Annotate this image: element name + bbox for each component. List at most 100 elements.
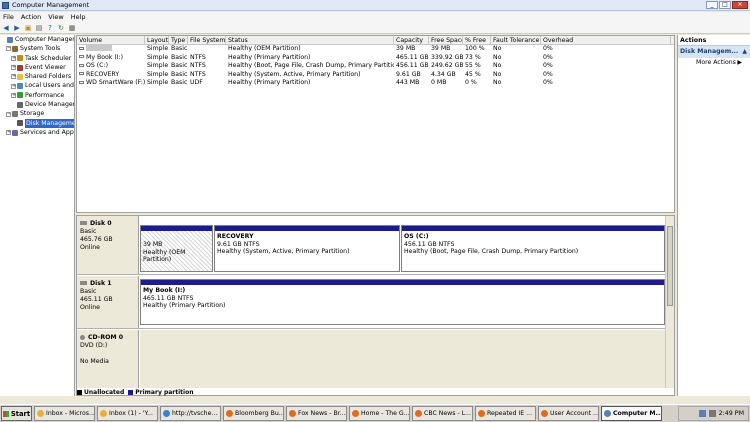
volume-icon — [79, 63, 84, 67]
tree-item[interactable]: Computer Managem — [0, 35, 74, 44]
expand-icon[interactable]: + — [11, 74, 16, 80]
column-percent-free[interactable]: % Free — [463, 36, 491, 44]
actions-title: Actions — [678, 35, 750, 46]
expand-icon[interactable]: + — [6, 130, 11, 136]
taskbar-button-label: Inbox - Micros... — [46, 410, 95, 417]
cdrom-0-label[interactable]: CD-ROM 0 DVD (D:) No Media — [77, 330, 139, 388]
disk-1-label[interactable]: Disk 1 Basic 465.11 GB Online — [77, 276, 139, 328]
cdrom-0-row[interactable]: CD-ROM 0 DVD (D:) No Media — [77, 330, 667, 388]
table-cell — [188, 45, 226, 54]
tree-item[interactable]: + Task Scheduler — [0, 54, 74, 63]
tree-item[interactable]: + Event Viewer — [0, 63, 74, 72]
table-cell: Healthy (Primary Partition) — [228, 79, 311, 86]
taskbar-button[interactable]: CBC News - L... — [412, 406, 473, 421]
column-free-space[interactable]: Free Space — [429, 36, 463, 44]
tree-item[interactable]: + Local Users and G — [0, 81, 74, 90]
graph-scrollbar[interactable] — [665, 216, 674, 388]
column-capacity[interactable]: Capacity — [394, 36, 429, 44]
volume-icon[interactable] — [708, 410, 716, 417]
column-fault-tolerance[interactable]: Fault Tolerance — [491, 36, 541, 44]
menu-help[interactable]: Help — [71, 13, 86, 21]
column-type[interactable]: Type — [169, 36, 188, 44]
back-icon[interactable]: ◀ — [2, 24, 10, 32]
disk-0-label[interactable]: Disk 0 Basic 465.76 GB Online — [77, 216, 139, 274]
actions-section-disk-management[interactable]: Disk Managem... ▲ — [678, 46, 750, 58]
tree-item[interactable]: − Storage — [0, 109, 74, 118]
properties-icon[interactable]: ▤ — [35, 24, 43, 32]
app-icon — [541, 410, 548, 417]
volume-name: My Book (I:) — [86, 53, 124, 61]
tree-item[interactable]: + Shared Folders — [0, 72, 74, 81]
up-icon[interactable]: ▣ — [24, 24, 32, 32]
scrollbar-thumb[interactable] — [667, 226, 673, 306]
minimize-button[interactable]: _ — [706, 1, 718, 9]
tree-item-label: Task Scheduler — [25, 54, 72, 62]
taskbar-button[interactable]: User Account ... — [538, 406, 599, 421]
taskbar-button-label: Repeated IE ... — [487, 410, 533, 417]
taskbar-button-label: User Account ... — [550, 410, 599, 417]
taskbar-button[interactable]: Inbox (1) - 'Y... — [97, 406, 158, 421]
tree-item-label: Shared Folders — [25, 73, 72, 81]
column-volume[interactable]: Volume — [77, 36, 145, 44]
partition-size: 39 MB — [143, 241, 163, 248]
partition-status: Healthy (OEM Partition) — [143, 248, 186, 264]
forward-icon[interactable]: ▶ — [13, 24, 21, 32]
more-actions[interactable]: More Actions ▶ — [678, 58, 750, 68]
folder-icon — [17, 73, 23, 80]
help-icon[interactable]: ? — [46, 24, 54, 32]
table-row[interactable]: RECOVERY Simple Basic NTFS Healthy (System, … — [77, 71, 674, 80]
maximize-button[interactable]: □ — [719, 1, 731, 9]
disk-0-row[interactable]: Disk 0 Basic 465.76 GB Online 39 MB Heal… — [77, 216, 667, 275]
taskbar-button[interactable]: Repeated IE ... — [475, 406, 536, 421]
tree-item[interactable]: Device Manager — [0, 100, 74, 109]
table-row[interactable]: OS (C:) Simple Basic NTFS Healthy (Boot, Pag… — [77, 62, 674, 71]
clock-icon — [17, 55, 23, 62]
menu-file[interactable]: File — [3, 13, 14, 21]
refresh-icon[interactable]: ↻ — [57, 24, 65, 32]
taskbar-button[interactable]: Fox News - Br... — [286, 406, 347, 421]
cdrom-type: DVD (D:) — [80, 342, 108, 349]
collapse-icon[interactable]: − — [6, 46, 11, 52]
table-cell: 0% — [543, 53, 553, 61]
collapse-icon[interactable]: − — [6, 111, 11, 117]
partition-recovery[interactable]: RECOVERY 9.61 GB NTFS Healthy (System, A… — [214, 225, 400, 272]
taskbar-button-label: Inbox (1) - 'Y... — [109, 410, 153, 417]
expand-icon[interactable]: + — [11, 55, 16, 61]
column-file-system[interactable]: File System — [188, 36, 226, 44]
menu-view[interactable]: View — [48, 13, 63, 21]
expand-icon[interactable]: + — [11, 92, 16, 98]
disk-1-row[interactable]: Disk 1 Basic 465.11 GB Online My Book (I… — [77, 276, 667, 329]
taskbar-button[interactable]: Inbox - Micros... — [34, 406, 95, 421]
tree-item-label: Storage — [20, 110, 45, 118]
volume-icon — [79, 55, 84, 58]
taskbar-button[interactable]: Home - The G... — [349, 406, 410, 421]
tree-item[interactable]: Disk Managemer — [0, 118, 74, 128]
close-button[interactable]: ✕ — [732, 1, 748, 9]
tree-item[interactable]: − System Tools — [0, 44, 74, 53]
collapse-icon[interactable]: ▲ — [742, 46, 747, 58]
expand-icon[interactable]: + — [11, 65, 16, 71]
tree-item[interactable]: + Performance — [0, 91, 74, 100]
volume-icon — [79, 80, 84, 84]
column-overhead[interactable]: Overhead — [541, 36, 671, 44]
disk-size: 465.11 GB — [80, 296, 113, 303]
taskbar-button[interactable]: http://tvsche... — [160, 406, 221, 421]
menu-action[interactable]: Action — [21, 13, 41, 21]
taskbar-button[interactable]: Bloomberg Bu... — [223, 406, 284, 421]
tray-icon[interactable] — [698, 410, 706, 417]
column-layout[interactable]: Layout — [145, 36, 169, 44]
table-row[interactable]: WD SmartWare (F:) Simple Basic UDF Healthy (… — [77, 79, 674, 88]
tree-item[interactable]: + Services and Applic — [0, 128, 74, 137]
start-button[interactable]: Start — [1, 406, 32, 421]
partition-os-c[interactable]: OS (C:) 456.11 GB NTFS Healthy (Boot, Pa… — [401, 225, 665, 272]
clock[interactable]: 2:49 PM — [719, 410, 744, 417]
partition-my-book[interactable]: My Book (I:) 465.11 GB NTFS Healthy (Pri… — [140, 279, 665, 325]
taskbar-button[interactable]: Computer M... — [601, 406, 662, 421]
partition-oem[interactable]: 39 MB Healthy (OEM Partition) — [140, 225, 213, 272]
table-row[interactable]: Simple Basic Healthy (OEM Partition) 39 MB 3… — [77, 45, 674, 54]
expand-icon[interactable]: + — [11, 83, 16, 89]
table-row[interactable]: My Book (I:) Simple Basic NTFS Healthy (Prim… — [77, 54, 674, 63]
table-cell: Basic — [171, 62, 188, 69]
column-status[interactable]: Status — [226, 36, 394, 44]
settings-icon[interactable]: ▦ — [68, 24, 76, 32]
